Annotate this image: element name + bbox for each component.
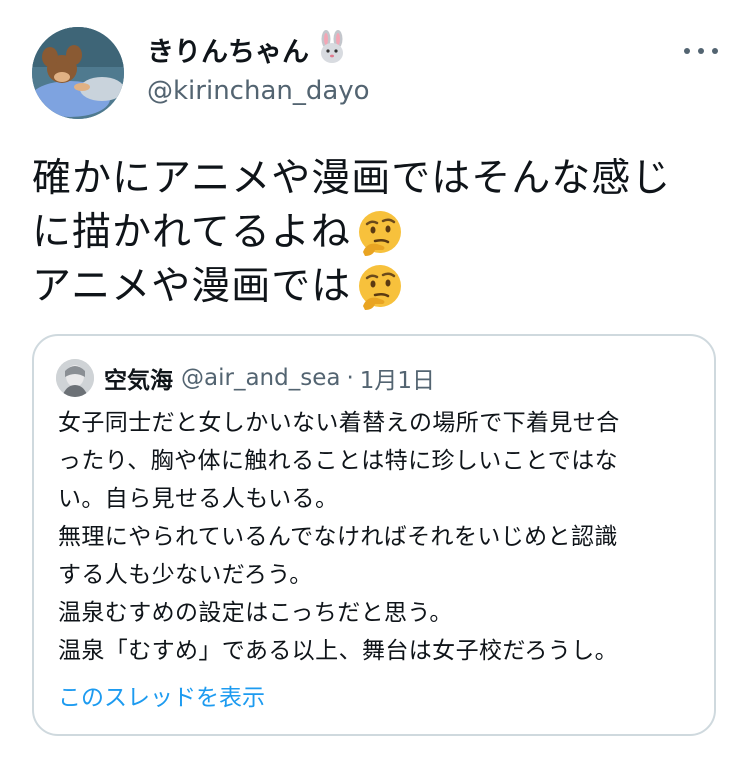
tweet-text: 確かにアニメや漫画ではそんな感じ に描かれてるよね アニメや漫画では xyxy=(32,152,722,314)
quoted-author-name: 空気海 xyxy=(104,368,173,394)
quoted-line: 温泉「むすめ」である以上、舞台は女子校だろうし。 xyxy=(58,638,618,664)
quoted-tweet-date: 1月1日 xyxy=(359,368,436,394)
more-dot xyxy=(712,48,718,54)
quoted-line: 無理にやられているんでなければそれをいじめと認識 xyxy=(58,524,618,550)
tweet-line: アニメや漫画では xyxy=(32,260,722,314)
quoted-line: 女子同士だと女しかいない着替えの場所で下着見せ合 xyxy=(58,410,620,436)
show-thread-link[interactable]: このスレッドを表示 xyxy=(58,678,265,712)
author-name-text: きりんちゃん xyxy=(147,37,309,68)
rabbit-face-icon xyxy=(315,30,349,76)
quoted-author-avatar[interactable] xyxy=(56,359,94,397)
author-display-name[interactable]: きりんちゃん xyxy=(147,30,349,76)
quoted-tweet-card[interactable]: 空気海 @air_and_sea · 1月1日 女子同士だと女しかいない着替えの… xyxy=(32,334,716,736)
thinking-face-icon xyxy=(358,211,401,256)
quoted-author-handle: @air_and_sea xyxy=(181,365,341,391)
tweet-line: に描かれてるよね xyxy=(32,206,722,260)
quoted-line: 温泉むすめの設定はこっちだと思う。 xyxy=(58,600,453,626)
more-dot xyxy=(698,48,704,54)
tweet-line-text: に描かれてるよね xyxy=(32,210,351,255)
tweet-line-text: アニメや漫画では xyxy=(32,264,352,309)
thinking-face-icon xyxy=(359,265,402,310)
quoted-line: する人も少ないだろう。 xyxy=(58,562,313,588)
quoted-tweet-header: 空気海 @air_and_sea · 1月1日 xyxy=(56,358,435,398)
tweet-line-text: 確かにアニメや漫画ではそんな感じ xyxy=(32,156,672,201)
author-avatar[interactable] xyxy=(32,27,124,119)
quoted-separator: · xyxy=(346,365,354,391)
tweet-line: 確かにアニメや漫画ではそんな感じ xyxy=(32,152,722,206)
quoted-line: い。自ら見せる人もいる。 xyxy=(58,486,339,512)
quoted-line: ったり、胸や体に触れることは特に珍しいことではな xyxy=(58,448,618,474)
author-handle[interactable]: @kirinchan_dayo xyxy=(147,73,370,109)
more-dot xyxy=(684,48,690,54)
quoted-tweet-text: 女子同士だと女しかいない着替えの場所で下着見せ合 ったり、胸や体に触れることは特… xyxy=(58,404,698,670)
more-options-icon[interactable] xyxy=(684,38,718,64)
